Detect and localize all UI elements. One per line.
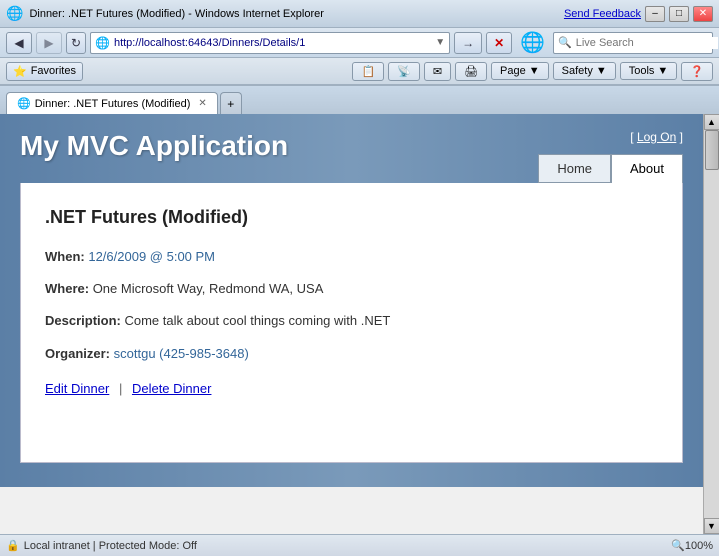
star-icon: ⭐ xyxy=(13,65,27,78)
tab-icon: 🌐 xyxy=(17,97,31,110)
search-bar-icon: 🔍 xyxy=(558,36,572,49)
stop-button[interactable]: ✕ xyxy=(486,32,512,54)
ie-icon: 🌐 xyxy=(520,30,545,55)
send-feedback-link[interactable]: Send Feedback xyxy=(564,8,641,20)
scroll-track xyxy=(704,130,719,518)
organizer-value: scottgu (425-985-3648) xyxy=(114,346,249,361)
address-input[interactable] xyxy=(114,37,435,49)
dinner-title: .NET Futures (Modified) xyxy=(45,207,658,228)
delete-dinner-link[interactable]: Delete Dinner xyxy=(132,381,212,396)
status-right: 🔍100% xyxy=(671,539,713,552)
scroll-down-button[interactable]: ▼ xyxy=(704,518,719,534)
new-tab-button[interactable]: + xyxy=(220,92,242,114)
scroll-thumb[interactable] xyxy=(705,130,719,170)
action-links: Edit Dinner | Delete Dinner xyxy=(45,381,658,396)
page-label: Page xyxy=(500,65,526,77)
vertical-scrollbar[interactable]: ▲ ▼ xyxy=(703,114,719,534)
organizer-row: Organizer: scottgu (425-985-3648) xyxy=(45,345,658,363)
help-button[interactable]: ❓ xyxy=(681,62,713,81)
nav-tabs: Home About xyxy=(538,154,683,183)
address-dropdown-icon[interactable]: ▼ xyxy=(435,37,445,48)
address-bar: ◀ ▶ ↻ 🌐 ▼ → ✕ 🌐 🔍 ▼ xyxy=(0,28,719,58)
header-right: [ Log On ] Home About xyxy=(538,130,683,183)
mail-button[interactable]: ✉ xyxy=(424,62,451,81)
organizer-label: Organizer: xyxy=(45,346,110,361)
maximize-button[interactable]: □ xyxy=(669,6,689,22)
address-input-wrap: 🌐 ▼ xyxy=(90,32,450,54)
tools-label: Tools xyxy=(629,65,655,77)
where-row: Where: One Microsoft Way, Redmond WA, US… xyxy=(45,280,658,298)
content-panel: .NET Futures (Modified) When: 12/6/2009 … xyxy=(20,183,683,463)
link-separator: | xyxy=(119,381,122,396)
app-title: My MVC Application xyxy=(20,130,288,162)
page-content: My MVC Application [ Log On ] Home About… xyxy=(0,114,703,534)
description-value: Come talk about cool things coming with … xyxy=(124,313,390,328)
minimize-button[interactable]: – xyxy=(645,6,665,22)
edit-dinner-link[interactable]: Edit Dinner xyxy=(45,381,109,396)
zone-text: Local intranet | Protected Mode: Off xyxy=(24,540,197,552)
description-label: Description: xyxy=(45,313,121,328)
favorites-label: Favorites xyxy=(31,65,76,77)
print-button[interactable]: 🖨 xyxy=(455,62,487,81)
when-value: 12/6/2009 @ 5:00 PM xyxy=(88,249,215,264)
when-label: When: xyxy=(45,249,85,264)
tab-bar: 🌐 Dinner: .NET Futures (Modified) ✕ + xyxy=(0,86,719,114)
refresh-button[interactable]: ↻ xyxy=(66,32,86,54)
safety-label: Safety xyxy=(562,65,593,77)
where-label: Where: xyxy=(45,281,89,296)
app-header: My MVC Application [ Log On ] Home About xyxy=(0,114,703,183)
description-row: Description: Come talk about cool things… xyxy=(45,312,658,330)
login-text[interactable]: Log On xyxy=(637,130,676,144)
search-bar: 🔍 ▼ xyxy=(553,32,713,54)
feeds-button[interactable]: 📡 xyxy=(388,62,420,81)
where-value: One Microsoft Way, Redmond WA, USA xyxy=(93,281,324,296)
safety-dropdown-icon: ▼ xyxy=(596,65,607,77)
login-link[interactable]: [ Log On ] xyxy=(630,130,683,144)
tab-close-icon[interactable]: ✕ xyxy=(198,98,206,109)
zoom-button[interactable]: 🔍100% xyxy=(671,539,713,552)
nav-about-tab[interactable]: About xyxy=(611,154,683,183)
active-tab[interactable]: 🌐 Dinner: .NET Futures (Modified) ✕ xyxy=(6,92,218,114)
address-security-icon: 🌐 xyxy=(95,36,110,50)
page-dropdown-icon: ▼ xyxy=(529,65,540,77)
toolbar-bar: ⭐ Favorites 📋 📡 ✉ 🖨 Page ▼ Safety ▼ Tool… xyxy=(0,58,719,86)
close-button[interactable]: ✕ xyxy=(693,6,713,22)
status-bar: 🔒 Local intranet | Protected Mode: Off 🔍… xyxy=(0,534,719,556)
search-input[interactable] xyxy=(576,37,718,49)
safety-button[interactable]: Safety ▼ xyxy=(553,62,616,80)
go-button[interactable]: → xyxy=(454,32,482,54)
back-button[interactable]: ◀ xyxy=(6,32,32,54)
add-tab-button[interactable]: 📋 xyxy=(352,62,384,81)
favorites-button[interactable]: ⭐ Favorites xyxy=(6,62,83,81)
security-icon: 🔒 xyxy=(6,539,20,552)
forward-button[interactable]: ▶ xyxy=(36,32,62,54)
page-button[interactable]: Page ▼ xyxy=(491,62,549,80)
title-bar: 🌐 Dinner: .NET Futures (Modified) - Wind… xyxy=(0,0,719,28)
tools-button[interactable]: Tools ▼ xyxy=(620,62,678,80)
app-header-bg: My MVC Application [ Log On ] Home About… xyxy=(0,114,703,487)
tab-label: Dinner: .NET Futures (Modified) xyxy=(35,98,191,110)
scroll-up-button[interactable]: ▲ xyxy=(704,114,719,130)
browser-icon: 🌐 xyxy=(6,5,23,22)
status-left: 🔒 Local intranet | Protected Mode: Off xyxy=(6,539,197,552)
nav-home-tab[interactable]: Home xyxy=(538,154,611,183)
tools-dropdown-icon: ▼ xyxy=(657,65,668,77)
when-row: When: 12/6/2009 @ 5:00 PM xyxy=(45,248,658,266)
window-title: Dinner: .NET Futures (Modified) - Window… xyxy=(29,8,323,20)
